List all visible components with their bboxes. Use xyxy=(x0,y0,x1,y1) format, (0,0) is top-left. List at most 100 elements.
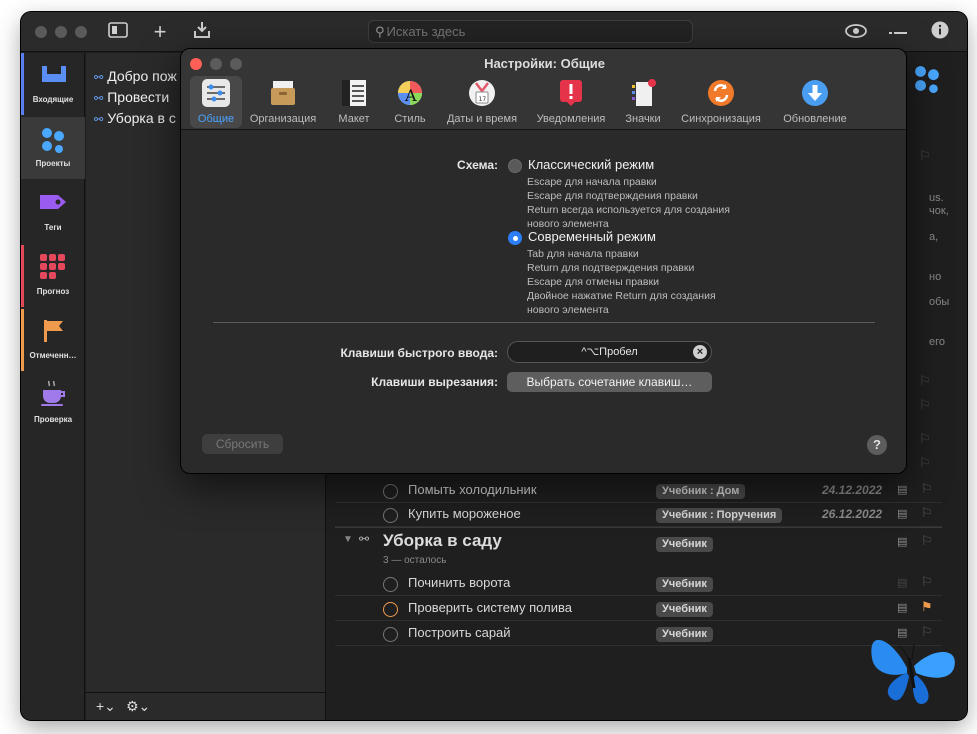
note-icon[interactable]: ▤ xyxy=(897,507,907,520)
preferences-dialog: Настройки: Общие Общие Организация Макет… xyxy=(180,48,907,474)
scheme-label: Схема: xyxy=(457,158,498,172)
note-icon[interactable]: ▤ xyxy=(897,601,907,614)
calendar-icon: 17 xyxy=(469,80,495,106)
project-item[interactable]: ⚯ Уборка в с xyxy=(94,108,176,128)
flag-icon[interactable]: ⚐ xyxy=(919,397,931,413)
clear-shortcut-icon[interactable]: × xyxy=(693,345,707,359)
flag-icon[interactable]: ⚐ xyxy=(919,455,931,471)
zoom-window-button[interactable] xyxy=(75,26,87,38)
svg-text:A: A xyxy=(404,86,417,105)
task-checkbox[interactable] xyxy=(383,577,398,592)
classic-mode-label[interactable]: Классический режим xyxy=(528,157,654,172)
info-icon[interactable] xyxy=(929,21,951,43)
task-title[interactable]: Починить ворота xyxy=(408,575,510,590)
task-title[interactable]: Проверить систему полива xyxy=(408,600,572,615)
task-title[interactable]: Купить мороженое xyxy=(408,506,521,521)
group-remaining: 3 — осталось xyxy=(383,555,447,566)
sidebar-item-projects[interactable]: Проекты xyxy=(21,117,85,179)
sidebar-item-tags[interactable]: Теги xyxy=(21,181,85,243)
task-context[interactable]: Учебник xyxy=(656,602,713,617)
layout-icon xyxy=(342,80,366,106)
flag-icon[interactable]: ⚑ xyxy=(921,599,933,615)
note-icon[interactable]: ▤ xyxy=(897,576,907,589)
classic-mode-radio[interactable] xyxy=(508,159,522,173)
task-date[interactable]: 24.12.2022 xyxy=(822,483,882,497)
table-row[interactable]: Купить мороженое Учебник : Поручения 26.… xyxy=(335,503,942,527)
task-checkbox[interactable] xyxy=(383,484,398,499)
reset-button[interactable]: Сбросить xyxy=(202,434,283,454)
forecast-grid-icon xyxy=(40,254,65,279)
task-context[interactable]: Учебник xyxy=(656,577,713,592)
minimize-window-button[interactable] xyxy=(55,26,67,38)
task-title[interactable]: Построить сарай xyxy=(408,625,511,640)
modern-mode-label[interactable]: Современный режим xyxy=(528,229,656,244)
task-checkbox[interactable] xyxy=(383,602,398,617)
tab-label: Синхронизация xyxy=(681,113,761,125)
add-menu-icon[interactable]: +⌄ xyxy=(96,698,116,715)
tab-sync[interactable]: Синхронизация xyxy=(675,76,767,128)
table-row[interactable]: Проверить систему полива Учебник ▤ ⚑ xyxy=(335,597,942,621)
projects-icon xyxy=(42,128,64,153)
tab-style[interactable]: A Стиль xyxy=(385,76,435,128)
tab-update[interactable]: Обновление xyxy=(777,76,853,128)
tab-notifications[interactable]: Уведомления xyxy=(531,76,611,128)
task-title[interactable]: Помыть холодильник xyxy=(408,482,537,497)
focus-icon[interactable] xyxy=(887,21,909,43)
inbox-accent xyxy=(21,53,24,115)
note-icon[interactable]: ▤ xyxy=(897,535,907,548)
sidebar-item-forecast[interactable]: Прогноз xyxy=(21,245,85,307)
flag-icon[interactable]: ⚐ xyxy=(921,481,933,497)
table-row[interactable]: Помыть холодильник Учебник : Дом 24.12.2… xyxy=(335,479,942,503)
table-row[interactable]: Починить ворота Учебник ▤ ⚐ xyxy=(335,572,942,596)
close-window-button[interactable] xyxy=(35,26,47,38)
flag-icon[interactable]: ⚐ xyxy=(919,148,931,164)
tab-organization[interactable]: Организация xyxy=(244,76,322,128)
tab-layout[interactable]: Макет xyxy=(331,76,377,128)
project-group-header[interactable]: ▼ ⚯ Уборка в саду 3 — осталось Учебник ▤… xyxy=(335,527,942,566)
task-date[interactable]: 26.12.2022 xyxy=(822,507,882,521)
flag-icon[interactable]: ⚐ xyxy=(921,533,933,549)
task-context[interactable]: Учебник : Поручения xyxy=(656,508,783,523)
sidebar-item-label: Теги xyxy=(44,223,62,232)
modern-mode-radio[interactable] xyxy=(508,231,522,245)
flag-icon[interactable]: ⚐ xyxy=(921,505,933,521)
table-row[interactable]: Построить сарай Учебник ▤ ⚐ xyxy=(335,622,942,646)
modern-mode-desc-1: Tab для начала правки xyxy=(527,248,639,260)
gear-menu-icon[interactable]: ⚙⌄ xyxy=(126,698,150,715)
flag-icon[interactable]: ⚐ xyxy=(919,431,931,447)
task-context[interactable]: Учебник : Дом xyxy=(656,484,746,499)
tab-badges[interactable]: Значки xyxy=(618,76,668,128)
search-field[interactable]: ⚲ Искать здесь xyxy=(368,20,693,43)
tab-label: Обновление xyxy=(783,113,847,125)
view-eye-icon[interactable] xyxy=(845,21,867,43)
add-icon[interactable]: + xyxy=(149,21,171,43)
tab-dates[interactable]: 17 Даты и время xyxy=(439,76,525,128)
tab-general[interactable]: Общие xyxy=(190,76,242,128)
flag-icon[interactable]: ⚐ xyxy=(919,373,931,389)
sidebar-item-review[interactable]: Проверка xyxy=(21,373,85,435)
sidebar-item-flagged[interactable]: Отмеченн… xyxy=(21,309,85,371)
tab-label: Макет xyxy=(338,113,370,125)
classic-mode-desc-3: Return всегда используется для создания xyxy=(527,204,730,216)
sidebar-item-inbox[interactable]: Входящие xyxy=(21,53,85,115)
quick-entry-shortcut-field[interactable]: ^⌥Пробел × xyxy=(507,341,712,363)
sidebar-toggle-icon[interactable] xyxy=(107,21,129,43)
project-item[interactable]: ⚯ Добро пож xyxy=(94,66,177,86)
task-checkbox[interactable] xyxy=(383,627,398,642)
task-checkbox[interactable] xyxy=(383,508,398,523)
project-icon: ⚯ xyxy=(94,93,104,105)
note-icon[interactable]: ▤ xyxy=(897,483,907,496)
task-context[interactable]: Учебник xyxy=(656,627,713,642)
group-context[interactable]: Учебник xyxy=(656,537,713,552)
inbox-download-icon[interactable] xyxy=(191,21,213,43)
help-button[interactable]: ? xyxy=(867,435,887,455)
tag-icon xyxy=(40,195,66,209)
group-title[interactable]: Уборка в саду xyxy=(383,531,502,551)
modern-mode-desc-5: нового элемента xyxy=(527,304,609,316)
record-shortcut-button[interactable]: Выбрать сочетание клавиш… xyxy=(507,372,712,392)
sidebar-item-label: Проверка xyxy=(33,415,73,424)
disclosure-triangle-icon[interactable]: ▼ xyxy=(343,534,353,545)
inbox-icon xyxy=(42,66,66,82)
flag-icon[interactable]: ⚐ xyxy=(921,574,933,590)
project-item[interactable]: ⚯ Провести xyxy=(94,87,169,107)
